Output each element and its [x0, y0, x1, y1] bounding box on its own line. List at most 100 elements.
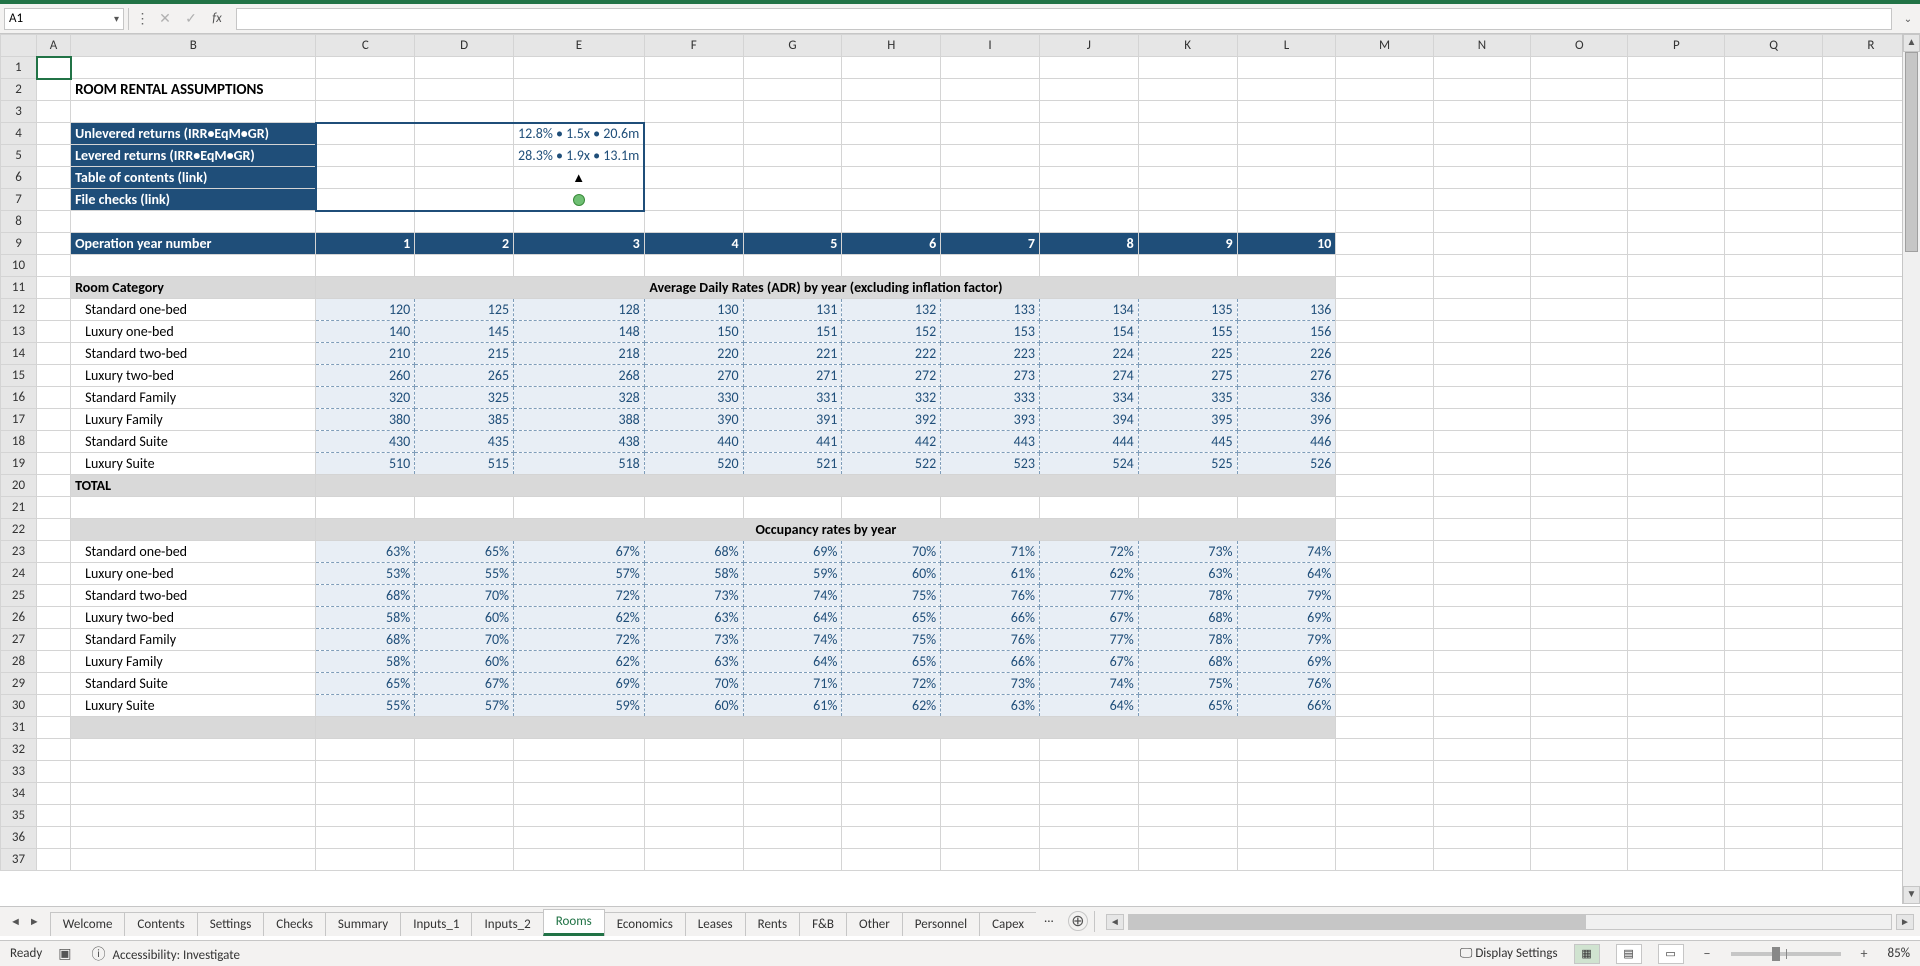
- cell[interactable]: [1628, 475, 1725, 497]
- sheet-tab[interactable]: Capex: [979, 912, 1036, 936]
- cell[interactable]: [1039, 189, 1138, 211]
- occupancy-value[interactable]: 58%: [316, 651, 415, 673]
- cell[interactable]: [1336, 79, 1434, 101]
- name-box-input[interactable]: [9, 11, 89, 26]
- cell[interactable]: [842, 145, 941, 167]
- cell[interactable]: [1725, 189, 1822, 211]
- occupancy-value[interactable]: 60%: [644, 695, 743, 717]
- enter-formula-icon[interactable]: ✓: [180, 8, 202, 30]
- cell[interactable]: [1628, 409, 1725, 431]
- adr-value[interactable]: 136: [1237, 299, 1336, 321]
- cell[interactable]: [1138, 211, 1237, 233]
- cell[interactable]: [743, 79, 842, 101]
- cell[interactable]: [1628, 651, 1725, 673]
- cell[interactable]: [1628, 541, 1725, 563]
- zoom-slider-handle[interactable]: [1772, 947, 1780, 961]
- cell[interactable]: [743, 189, 842, 211]
- cell[interactable]: [1433, 343, 1530, 365]
- occupancy-value[interactable]: 63%: [941, 695, 1040, 717]
- adr-value[interactable]: 328: [514, 387, 645, 409]
- occupancy-value[interactable]: 68%: [1138, 607, 1237, 629]
- summary-label[interactable]: Levered returns (IRR•EqM•GR): [71, 145, 316, 167]
- cell[interactable]: [1039, 783, 1138, 805]
- cell[interactable]: [1531, 739, 1628, 761]
- cell[interactable]: [842, 101, 941, 123]
- cell[interactable]: [941, 805, 1040, 827]
- occupancy-value[interactable]: 63%: [316, 541, 415, 563]
- cell[interactable]: [743, 123, 842, 145]
- occupancy-value[interactable]: 67%: [514, 541, 645, 563]
- occupancy-value[interactable]: 68%: [1138, 651, 1237, 673]
- cell[interactable]: [1138, 805, 1237, 827]
- cell[interactable]: [941, 211, 1040, 233]
- column-header[interactable]: G: [743, 35, 842, 57]
- occupancy-value[interactable]: 73%: [941, 673, 1040, 695]
- cell[interactable]: [37, 761, 71, 783]
- cell[interactable]: [415, 123, 514, 145]
- occupancy-value[interactable]: 67%: [415, 673, 514, 695]
- adr-value[interactable]: 260: [316, 365, 415, 387]
- cell[interactable]: [1336, 167, 1434, 189]
- cell[interactable]: [415, 167, 514, 189]
- cell[interactable]: [743, 849, 842, 871]
- cell[interactable]: [1628, 519, 1725, 541]
- occupancy-value[interactable]: 71%: [941, 541, 1040, 563]
- cell[interactable]: [37, 409, 71, 431]
- cell[interactable]: [514, 805, 645, 827]
- cell[interactable]: [1531, 299, 1628, 321]
- cell[interactable]: [941, 167, 1040, 189]
- cell[interactable]: [316, 211, 415, 233]
- cell[interactable]: [37, 145, 71, 167]
- occupancy-value[interactable]: 63%: [644, 607, 743, 629]
- cell[interactable]: [71, 717, 316, 739]
- occupancy-value[interactable]: 60%: [415, 651, 514, 673]
- row-header[interactable]: 7: [1, 189, 37, 211]
- occupancy-value[interactable]: 78%: [1138, 629, 1237, 651]
- cell[interactable]: [514, 783, 645, 805]
- cell[interactable]: [37, 695, 71, 717]
- adr-value[interactable]: 446: [1237, 431, 1336, 453]
- cell[interactable]: [1433, 365, 1530, 387]
- adr-value[interactable]: 520: [644, 453, 743, 475]
- cell[interactable]: [1531, 563, 1628, 585]
- cell[interactable]: [1531, 651, 1628, 673]
- cell[interactable]: [1336, 541, 1434, 563]
- occupancy-value[interactable]: 77%: [1039, 585, 1138, 607]
- cell[interactable]: [1336, 673, 1434, 695]
- sheet-tab[interactable]: Inputs_1: [400, 912, 472, 936]
- occupancy-value[interactable]: 70%: [842, 541, 941, 563]
- cell[interactable]: [743, 761, 842, 783]
- row-header[interactable]: 27: [1, 629, 37, 651]
- cell[interactable]: [1336, 101, 1434, 123]
- adr-value[interactable]: 132: [842, 299, 941, 321]
- occupancy-value[interactable]: 72%: [514, 585, 645, 607]
- cell[interactable]: [941, 827, 1040, 849]
- cell[interactable]: [842, 497, 941, 519]
- occupancy-value[interactable]: 64%: [743, 651, 842, 673]
- cell[interactable]: [1433, 321, 1530, 343]
- cell[interactable]: [71, 739, 316, 761]
- cell[interactable]: [1531, 497, 1628, 519]
- adr-value[interactable]: 336: [1237, 387, 1336, 409]
- sheet-tab[interactable]: Welcome: [50, 912, 126, 936]
- tab-nav-next-icon[interactable]: ►: [29, 915, 40, 928]
- cell[interactable]: [1531, 761, 1628, 783]
- cell[interactable]: [743, 57, 842, 79]
- cell[interactable]: [644, 123, 743, 145]
- cell[interactable]: [842, 783, 941, 805]
- adr-value[interactable]: 134: [1039, 299, 1138, 321]
- cell[interactable]: [1237, 783, 1336, 805]
- adr-value[interactable]: 523: [941, 453, 1040, 475]
- occupancy-value[interactable]: 63%: [1138, 563, 1237, 585]
- cell[interactable]: [1531, 585, 1628, 607]
- adr-value[interactable]: 332: [842, 387, 941, 409]
- cell[interactable]: [1433, 585, 1530, 607]
- cell[interactable]: [941, 497, 1040, 519]
- occupancy-value[interactable]: 76%: [941, 585, 1040, 607]
- name-box[interactable]: ▾: [4, 8, 124, 30]
- hscroll-left-icon[interactable]: ◄: [1106, 914, 1124, 930]
- cell[interactable]: [644, 57, 743, 79]
- cell[interactable]: [71, 783, 316, 805]
- adr-value[interactable]: 392: [842, 409, 941, 431]
- cell[interactable]: [1531, 387, 1628, 409]
